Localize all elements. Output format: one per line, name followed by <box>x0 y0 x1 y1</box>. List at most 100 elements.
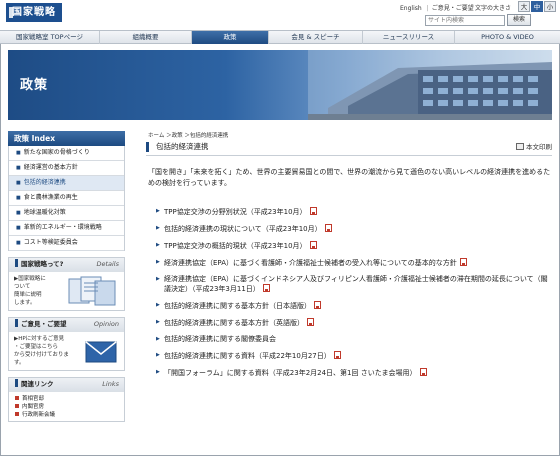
nav-press-speech[interactable]: 会見 & スピーチ <box>269 31 363 44</box>
triangle-bullet-icon: ▶ <box>156 351 160 358</box>
list-item[interactable]: ▶ 包括的経済連携に関する基本方針（日本語版） <box>156 300 551 312</box>
english-link[interactable]: English <box>400 5 422 12</box>
envelope-icon <box>85 341 117 363</box>
index-item[interactable]: ■ コスト等検証委員会 <box>9 236 124 251</box>
nav-news-release[interactable]: ニュースリリース <box>363 31 455 44</box>
related-link[interactable]: 首相官邸 <box>15 395 124 403</box>
bullet-icon: ■ <box>16 225 21 231</box>
page-title: 包括的経済連携 <box>146 142 209 152</box>
about-strategy-body: ▶国家戦略に ついて 簡単に説明 します。 <box>9 272 124 310</box>
nav-policy[interactable]: 政策 <box>192 31 269 44</box>
triangle-bullet-icon: ▶ <box>156 368 160 375</box>
pdf-icon <box>419 367 427 376</box>
links-sub-label: Links <box>102 380 119 388</box>
font-size-large-button[interactable]: 大 <box>518 1 530 12</box>
lead-paragraph: 「国を開き」「未来を拓く」ため、世界の主要貿易国との間で、世界の潮流から見て遜色… <box>148 168 551 187</box>
about-text: ▶国家戦略に ついて 簡単に説明 します。 <box>14 276 46 306</box>
font-size-medium-button[interactable]: 中 <box>531 1 543 12</box>
list-item[interactable]: ▶ 包括的経済連携に関する閣僚委員会 <box>156 335 551 345</box>
page-banner: 政策 <box>8 50 552 120</box>
pdf-icon <box>262 284 270 293</box>
triangle-bullet-icon: ▶ <box>156 275 160 282</box>
heading-mark <box>15 379 18 387</box>
breadcrumb[interactable]: ホーム ＞政策 ＞包括的経済連携 <box>148 131 228 139</box>
opinion-text: ▶HPに対するご意見 ・ご要望はこちら から受け付けておりま す。 <box>14 336 69 366</box>
page-title-bar: 包括的経済連携 本文印刷 <box>146 141 552 156</box>
bullet-icon: ■ <box>16 240 21 246</box>
link-square-icon <box>15 404 19 408</box>
index-item[interactable]: ■ 地球温暖化対策 <box>9 206 124 221</box>
about-strategy-box[interactable]: 国家戦略って? Details ▶国家戦略に ついて 簡単に説明 します。 <box>8 257 125 311</box>
pdf-icon <box>459 257 467 266</box>
index-item[interactable]: ■ 新たな国家の骨格づくり <box>9 146 124 161</box>
pdf-icon <box>307 317 314 326</box>
list-item[interactable]: ▶ 包括的経済連携に関する基本方針（英語版） <box>156 317 551 329</box>
list-item[interactable]: ▶ 経済連携協定（EPA）に基づくインドネシア人及びフィリピン人看護師・介護福祉士… <box>156 275 551 295</box>
policy-index-list: ■ 新たな国家の骨格づくり ■ 経済運営の基本方針 ■ 包括的経済連携 ■ 食と農林漁業… <box>8 146 125 251</box>
triangle-bullet-icon: ▶ <box>156 258 160 265</box>
link-square-icon <box>15 412 19 416</box>
related-links-box: 関連リンク Links 首相官邸 内閣官房 行政刷新会議 <box>8 377 125 422</box>
policy-document-list: ▶ TPP協定交渉の分野別状況（平成23年10月） ▶ 包括的経済連携の現状について… <box>156 207 551 384</box>
site-header: 国家戦略 English |ご意見・ご要望 文字の大きさ 大 中 小 検索 <box>0 0 560 30</box>
about-strategy-heading: 国家戦略って? Details <box>9 258 124 272</box>
nav-top-page[interactable]: 国家戦略室 TOPページ <box>0 31 100 44</box>
search-button[interactable]: 検索 <box>507 14 531 26</box>
index-item[interactable]: ■ 経済運営の基本方針 <box>9 161 124 176</box>
printer-icon <box>516 143 524 150</box>
opinion-heading: ご意見・ご要望 Opinion <box>9 318 124 332</box>
banner-title: 政策 <box>20 78 49 93</box>
left-sidebar: 政策 Index ■ 新たな国家の骨格づくり ■ 経済運営の基本方針 ■ 包括的経済連… <box>8 131 125 422</box>
documents-illustration-icon <box>68 276 116 306</box>
building-photo <box>308 50 552 120</box>
utility-links: English | ご意見・ご要望 <box>400 3 479 12</box>
pdf-icon <box>309 240 317 249</box>
index-item-active[interactable]: ■ 包括的経済連携 <box>9 176 124 191</box>
opinion-body: ▶HPに対するご意見 ・ご要望はこちら から受け付けておりま す。 <box>9 332 124 370</box>
list-item[interactable]: ▶ 包括的経済連携の現状について（平成23年10月） <box>156 223 551 235</box>
bullet-icon: ■ <box>16 180 21 186</box>
nav-organization[interactable]: 組織概要 <box>100 31 192 44</box>
index-item[interactable]: ■ 革新的エネルギー・環境戦略 <box>9 221 124 236</box>
global-nav: 国家戦略室 TOPページ 組織概要 政策 会見 & スピーチ ニュースリリース … <box>0 30 560 44</box>
pdf-icon <box>324 223 332 232</box>
font-size-label: 文字の大きさ <box>475 5 512 12</box>
pdf-icon <box>333 350 341 359</box>
triangle-bullet-icon: ▶ <box>156 224 160 231</box>
search-input[interactable] <box>425 15 505 26</box>
pdf-icon <box>314 300 321 309</box>
bullet-icon: ■ <box>16 210 21 216</box>
font-size-buttons: 大 中 小 <box>517 1 556 12</box>
list-item[interactable]: ▶ TPP協定交渉の概括的現状（平成23年10月） <box>156 240 551 252</box>
nav-photo-video[interactable]: PHOTO & VIDEO <box>455 31 560 44</box>
list-item[interactable]: ▶ 「開国フォーラム」に関する資料（平成23年2月24日、第1回 さいたま会場用） <box>156 367 551 379</box>
bullet-icon: ■ <box>16 195 21 201</box>
pdf-icon <box>309 207 317 215</box>
link-square-icon <box>15 396 19 400</box>
opinion-sub-label: Opinion <box>93 320 119 328</box>
list-item[interactable]: ▶ 包括的経済連携に関する資料（平成22年10月27日） <box>156 350 551 362</box>
heading-mark <box>15 259 18 267</box>
opinion-box[interactable]: ご意見・ご要望 Opinion ▶HPに対するご意見 ・ご要望はこちら から受け付け… <box>8 317 125 371</box>
policy-index-heading: 政策 Index <box>8 131 125 146</box>
related-links-heading: 関連リンク Links <box>9 378 124 392</box>
triangle-bullet-icon: ▶ <box>156 335 160 342</box>
print-button[interactable]: 本文印刷 <box>516 141 552 151</box>
triangle-bullet-icon: ▶ <box>156 241 160 248</box>
related-links-list: 首相官邸 内閣官房 行政刷新会議 <box>9 392 124 421</box>
triangle-bullet-icon: ▶ <box>156 208 160 214</box>
site-logo[interactable]: 国家戦略 <box>6 3 62 22</box>
list-item[interactable]: ▶ 経済連携協定（EPA）に基づく看護師・介護福祉士候補者の受入れ等についての基本… <box>156 257 551 269</box>
bullet-icon: ■ <box>16 150 21 156</box>
related-link[interactable]: 行政刷新会議 <box>15 411 124 419</box>
util-separator: | <box>426 5 429 12</box>
font-size-small-button[interactable]: 小 <box>544 1 556 12</box>
list-item[interactable]: ▶ TPP協定交渉の分野別状況（平成23年10月） <box>156 207 551 218</box>
bullet-icon: ■ <box>16 165 21 171</box>
triangle-bullet-icon: ▶ <box>156 301 160 308</box>
index-item[interactable]: ■ 食と農林漁業の再生 <box>9 191 124 206</box>
triangle-bullet-icon: ▶ <box>156 318 160 325</box>
opinion-link[interactable]: ご意見・ご要望 <box>432 5 474 12</box>
about-sub-label: Details <box>96 260 119 268</box>
related-link[interactable]: 内閣官房 <box>15 403 124 411</box>
